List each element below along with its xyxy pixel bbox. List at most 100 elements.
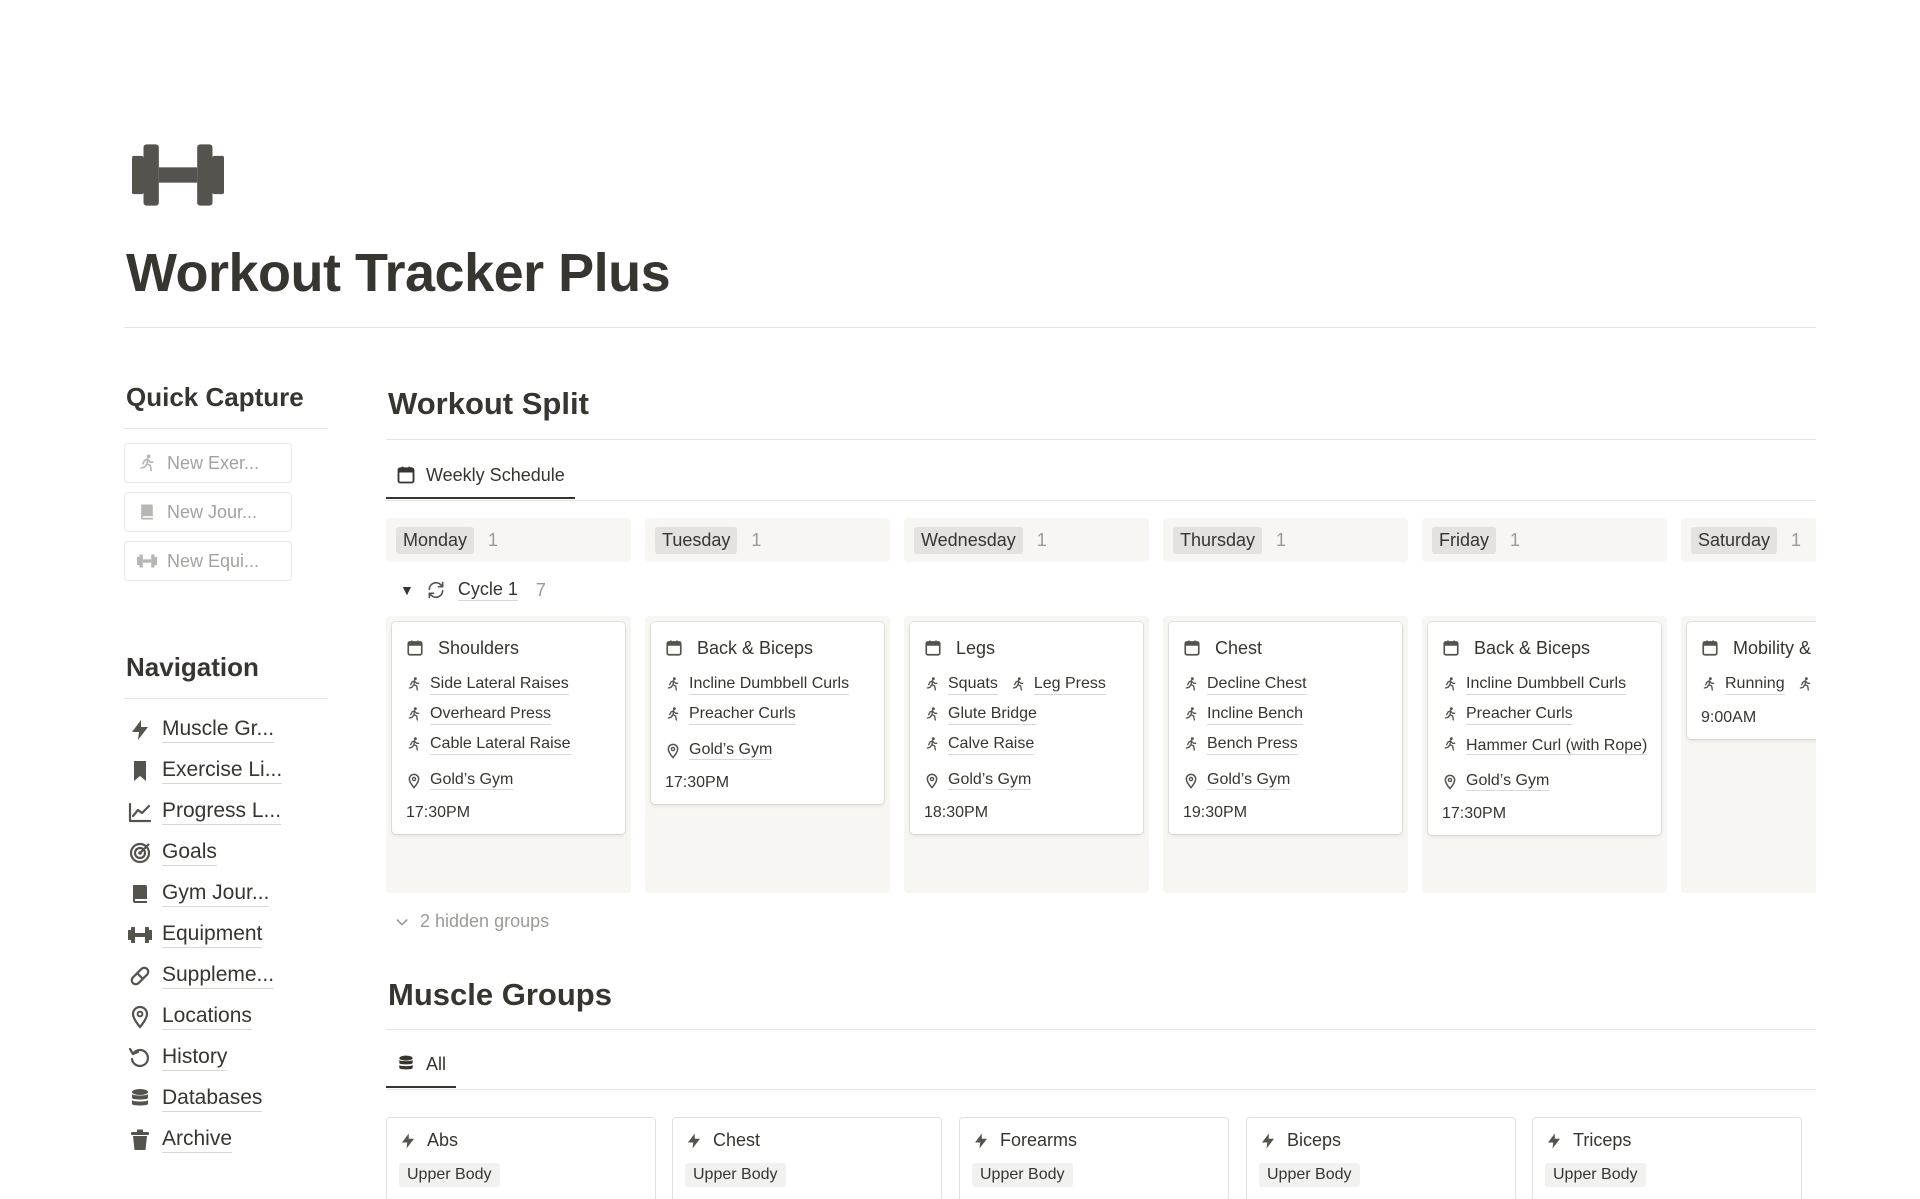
nav-item-label: Exercise Li...	[162, 758, 283, 784]
runner-icon	[1183, 736, 1199, 752]
column-header[interactable]: Friday 1	[1422, 518, 1667, 562]
group-toggle-cycle-1[interactable]: ▼ Cycle 1 7	[400, 579, 546, 601]
exercise-link[interactable]: Decline Chest	[1207, 674, 1307, 695]
exercise-link[interactable]: Incline Dumbbell Curls	[1466, 674, 1627, 695]
new-equipment-label: New Equi...	[167, 550, 260, 571]
exercise-link[interactable]: Side Lateral Raises	[430, 674, 569, 695]
tab-all[interactable]: All	[386, 1042, 457, 1088]
nav-item-label: Gym Jour...	[162, 881, 270, 907]
exercise-link[interactable]: Preacher Curls	[1466, 704, 1573, 725]
location-link[interactable]: Gold’s Gym	[948, 771, 1032, 790]
muscle-group-card[interactable]: Forearms Upper Body	[959, 1117, 1229, 1199]
day-count: 1	[1276, 529, 1287, 550]
nav-item-locations[interactable]: Locations	[128, 1000, 252, 1034]
exercise-link[interactable]: Glute Bridge	[948, 704, 1037, 725]
exercise-link[interactable]: Preacher Curls	[689, 704, 796, 725]
nav-item-label: Goals	[162, 840, 217, 866]
runner-icon	[1797, 676, 1813, 692]
exercise-link[interactable]: Incline Dumbbell Curls	[689, 674, 850, 695]
new-journal-button[interactable]: New Jour...	[124, 492, 292, 532]
workout-card[interactable]: Legs Squats Leg Press Glute Bridge Calve …	[910, 622, 1143, 834]
trash-icon	[128, 1128, 152, 1152]
day-count: 1	[488, 529, 499, 550]
exercise-link[interactable]: Bench Press	[1207, 734, 1298, 755]
runner-icon	[924, 706, 940, 722]
bolt-icon	[1545, 1132, 1563, 1150]
calendar-icon	[1183, 639, 1201, 657]
nav-item-label: History	[162, 1045, 228, 1071]
muscle-group-card[interactable]: Triceps Upper Body	[1532, 1117, 1802, 1199]
calendar-icon	[406, 639, 424, 657]
exercise-link[interactable]: Overheard Press	[430, 704, 551, 725]
muscle-groups-heading: Muscle Groups	[388, 977, 612, 1012]
divider	[386, 1029, 1816, 1030]
exercise-link[interactable]: Running	[1725, 674, 1785, 695]
tab-weekly-schedule[interactable]: Weekly Schedule	[386, 453, 575, 499]
column-header[interactable]: Saturday 1	[1681, 518, 1816, 562]
column-header[interactable]: Monday 1	[386, 518, 631, 562]
pin-icon	[1183, 773, 1199, 789]
nav-item-gym-journal[interactable]: Gym Jour...	[128, 877, 270, 911]
workout-card[interactable]: Chest Decline Chest Incline Bench Bench …	[1169, 622, 1402, 834]
pin-icon	[924, 773, 940, 789]
exercise-link[interactable]: Calve Raise	[948, 734, 1035, 755]
nav-item-databases[interactable]: Databases	[128, 1082, 263, 1116]
muscle-group-card[interactable]: Abs Upper Body	[386, 1117, 656, 1199]
column-header[interactable]: Thursday 1	[1163, 518, 1408, 562]
nav-item-goals[interactable]: Goals	[128, 836, 217, 870]
muscle-group-card[interactable]: Chest Upper Body	[672, 1117, 942, 1199]
day-label: Saturday	[1691, 526, 1778, 554]
workout-card[interactable]: Back & Biceps Incline Dumbbell Curls Pre…	[1428, 622, 1661, 835]
runner-icon	[1183, 676, 1199, 692]
divider	[124, 698, 328, 699]
day-label: Friday	[1432, 526, 1497, 554]
day-label: Thursday	[1173, 526, 1263, 554]
location-link[interactable]: Gold’s Gym	[689, 741, 773, 760]
location-link[interactable]: Gold’s Gym	[1207, 771, 1291, 790]
card-title: Back & Biceps	[1474, 638, 1591, 658]
day-label: Tuesday	[655, 526, 738, 554]
collapse-triangle-icon[interactable]: ▼	[400, 582, 414, 598]
nav-item-supplements[interactable]: Suppleme...	[128, 959, 275, 993]
card-title: Legs	[956, 638, 996, 658]
runner-icon	[1442, 676, 1458, 692]
muscle-group-card[interactable]: Biceps Upper Body	[1246, 1117, 1516, 1199]
exercise-link[interactable]: Squats	[948, 674, 998, 695]
nav-item-label: Databases	[162, 1086, 263, 1112]
nav-item-label: Equipment	[162, 922, 263, 948]
exercise-link[interactable]: Leg Press	[1033, 674, 1106, 695]
nav-item-label: Archive	[162, 1127, 233, 1153]
workout-card[interactable]: Shoulders Side Lateral Raises Overheard …	[392, 622, 625, 834]
runner-icon	[1010, 676, 1026, 692]
day-label: Wednesday	[914, 526, 1023, 554]
bolt-icon	[128, 718, 152, 742]
nav-item-exercise-library[interactable]: Exercise Li...	[128, 754, 283, 788]
day-count: 1	[751, 529, 762, 550]
workout-card[interactable]: Mobility & Stretching Running 9:00AM	[1687, 622, 1816, 739]
location-link[interactable]: Gold’s Gym	[430, 771, 514, 790]
column-header[interactable]: Wednesday 1	[904, 518, 1149, 562]
workout-card[interactable]: Back & Biceps Incline Dumbbell Curls Pre…	[651, 622, 884, 804]
nav-item-archive[interactable]: Archive	[128, 1123, 233, 1157]
column-header[interactable]: Tuesday 1	[645, 518, 890, 562]
body-region-tag: Upper Body	[972, 1163, 1073, 1187]
pin-icon	[1442, 774, 1458, 790]
group-count: 7	[535, 579, 546, 600]
exercise-link[interactable]: Cable Lateral Raise	[430, 734, 571, 755]
divider	[386, 1089, 1816, 1090]
hidden-groups-toggle[interactable]: 2 hidden groups	[394, 911, 549, 932]
nav-item-muscle-groups[interactable]: Muscle Gr...	[128, 713, 275, 747]
workout-time: 18:30PM	[924, 804, 989, 821]
day-count: 1	[1791, 529, 1802, 550]
new-exercise-button[interactable]: New Exer...	[124, 443, 292, 483]
exercise-link[interactable]: Incline Bench	[1207, 704, 1304, 725]
location-link[interactable]: Gold’s Gym	[1466, 772, 1550, 791]
exercise-link[interactable]: Hammer Curl (with Rope)	[1466, 737, 1648, 755]
runner-icon	[924, 736, 940, 752]
nav-item-history[interactable]: History	[128, 1041, 228, 1075]
new-equipment-button[interactable]: New Equi...	[124, 541, 292, 581]
nav-item-equipment[interactable]: Equipment	[128, 918, 263, 952]
nav-item-progress-log[interactable]: Progress L...	[128, 795, 282, 829]
day-label: Monday	[396, 526, 475, 554]
runner-icon	[406, 736, 422, 752]
